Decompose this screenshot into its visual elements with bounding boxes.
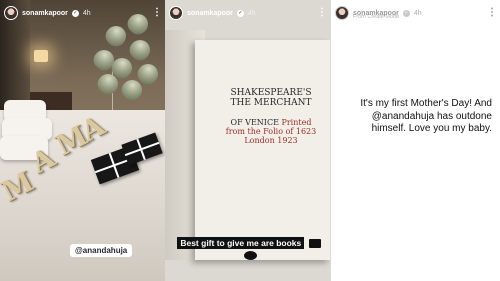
book-imprint-line: Printed (281, 118, 312, 127)
caption-text: Best gift to give me are books (177, 237, 305, 249)
username[interactable]: sonamkapoor (22, 10, 68, 17)
more-options-icon[interactable]: ⋮ (487, 8, 497, 18)
story-panel-1[interactable]: M A M A sonamkapoor ✓ 4h ⋮ @anandahuja (0, 0, 165, 281)
book-imprint-line: London 1923 (244, 136, 298, 145)
book-title-line: OF VENICE (230, 118, 279, 127)
book-imprint: OF VENICE Printed from the Folio of 1623… (215, 118, 327, 145)
stories-strip: M A M A sonamkapoor ✓ 4h ⋮ @anandahuja S… (0, 0, 500, 281)
book-title-line: SHAKESPEARE'S (230, 88, 312, 98)
avatar[interactable] (4, 6, 18, 20)
book-imprint-line: from the Folio of 1623 (225, 127, 317, 136)
mention-sticker[interactable]: @anandahuja (70, 244, 133, 257)
book-title-line: THE MERCHANT (230, 98, 312, 108)
verified-badge-icon: ✓ (71, 9, 79, 17)
more-options-icon[interactable]: ⋮ (152, 8, 162, 18)
nazar-eye-emoji-icon (243, 251, 257, 261)
post-time: 4h (413, 9, 422, 17)
avatar[interactable] (335, 6, 349, 20)
lamp (34, 50, 48, 62)
username[interactable]: sonamkapoor (187, 10, 233, 17)
username[interactable]: sonamkapoor (353, 10, 399, 17)
story-caption: Best gift to give me are books (173, 237, 325, 261)
story-header: sonamkapoor ✓ 4h ⋮ (335, 5, 497, 21)
verified-badge-icon: ✓ (402, 9, 410, 17)
book-title: SHAKESPEARE'S THE MERCHANT (219, 88, 323, 108)
story-header: sonamkapoor ✓ 4h ⋮ (4, 5, 162, 21)
post-time: 4h (247, 9, 256, 17)
story-message: It's my first Mother's Day! And @anandah… (360, 98, 492, 134)
more-options-icon[interactable]: ⋮ (317, 8, 327, 18)
book-title-page: SHAKESPEARE'S THE MERCHANT OF VENICE Pri… (195, 40, 330, 260)
avatar[interactable] (169, 6, 183, 20)
verified-badge-icon: ✓ (236, 9, 244, 17)
story-panel-3[interactable]: sonamkapoor ✓ 4h ⋮ From Create Mode It's… (330, 0, 500, 281)
book-emoji-icon (308, 239, 321, 249)
story-panel-2[interactable]: SHAKESPEARE'S THE MERCHANT OF VENICE Pri… (165, 0, 330, 281)
story-header: sonamkapoor ✓ 4h ⋮ (169, 5, 327, 21)
book-imprint-line-1: OF VENICE Printed (215, 118, 327, 127)
post-time: 4h (82, 9, 91, 17)
